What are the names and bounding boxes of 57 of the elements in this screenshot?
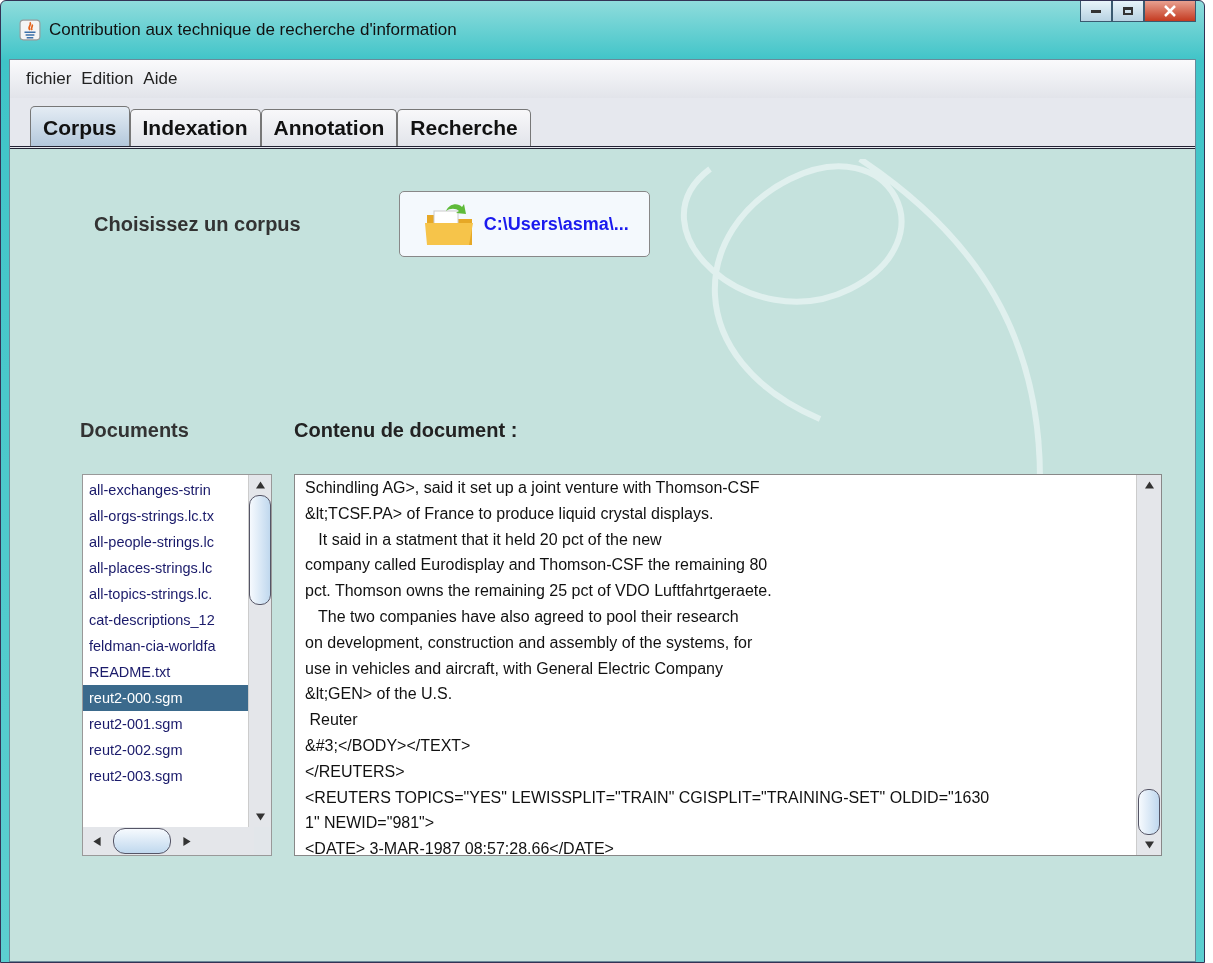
close-button[interactable] (1144, 1, 1196, 22)
menu-item[interactable]: Edition (81, 69, 134, 89)
menu-item[interactable]: Aide (143, 69, 178, 89)
text-line: &#3;</BODY></TEXT> (305, 735, 472, 756)
documents-heading: Documents (80, 419, 190, 443)
text-line: on development, construction and assembly of the systems, for (305, 632, 754, 653)
text-line: <REUTERS TOPICS="YES" LEWISSPLIT="TRAIN" CGISPLIT="TRAINING-SET" OLDID="1630 (305, 787, 991, 808)
document-item[interactable]: cat-descriptions_12 (83, 607, 248, 633)
menu-item[interactable]: fichier (26, 69, 72, 89)
scroll-left-icon[interactable] (93, 836, 101, 846)
document-item[interactable]: all-orgs-strings.lc.tx (83, 503, 248, 529)
text-line: </REUTERS> (305, 761, 406, 782)
document-item[interactable]: all-topics-strings.lc. (83, 581, 248, 607)
document-item[interactable]: README.txt (83, 659, 248, 685)
text-line: &lt;TCSF.PA> of France to produce liquid crystal displays. (305, 503, 715, 524)
text-line: <DATE> 3-MAR-1987 08:57:28.66</DATE> (305, 839, 615, 855)
scroll-right-icon[interactable] (183, 836, 191, 846)
text-line: 1" NEWID="981"> (305, 813, 436, 834)
corpus-label: Choisissez un corpus (94, 212, 301, 236)
text-line: Schindling AG>, said it set up a joint venture with Thomson-CSF (305, 478, 761, 498)
maximize-button[interactable] (1112, 1, 1144, 22)
document-item[interactable]: reut2-000.sgm (83, 685, 248, 711)
scroll-up-icon[interactable] (1144, 481, 1154, 489)
text-line: The two companies have also agreed to pool their research (317, 607, 740, 627)
window-title: Contribution aux technique de recherche d'information (49, 20, 457, 40)
document-item[interactable]: feldman-cia-worldfa (83, 633, 248, 659)
scroll-up-icon[interactable] (255, 481, 265, 489)
folder-icon (423, 201, 476, 247)
content-heading: Contenu de document : (294, 419, 519, 443)
scroll-down-icon[interactable] (255, 813, 265, 821)
document-item[interactable]: reut2-002.sgm (83, 737, 248, 763)
text-line: &lt;GEN> of the U.S. (305, 684, 454, 705)
scroll-thumb[interactable] (1138, 789, 1160, 835)
document-item[interactable]: reut2-001.sgm (83, 711, 248, 737)
document-item[interactable]: reut2-003.sgm (83, 763, 248, 789)
tab[interactable]: Annotation (260, 109, 398, 146)
corpus-folder-button[interactable]: C:\Users\asma\... (398, 191, 650, 257)
close-icon (1163, 5, 1177, 17)
document-item[interactable]: all-people-strings.lc (83, 529, 248, 555)
minimize-button[interactable] (1080, 1, 1112, 22)
text-line: pct. Thomson owns the remaining 25 pct of VDO Luftfahrtgeraete. (305, 581, 773, 602)
tab[interactable]: Recherche (397, 109, 531, 146)
text-line: use in vehicles and aircraft, with General Electric Company (305, 658, 724, 679)
vertical-scrollbar[interactable] (248, 475, 271, 827)
text-line: Reuter (308, 710, 359, 731)
scroll-thumb[interactable] (249, 495, 271, 605)
scroll-thumb[interactable] (113, 828, 171, 854)
document-item[interactable]: all-exchanges-strin (83, 477, 248, 503)
text-line: It said in a statment that it held 20 pct of the new (317, 529, 663, 550)
document-text-area[interactable] (294, 474, 1162, 856)
scroll-down-icon[interactable] (1144, 841, 1154, 849)
document-item[interactable]: all-places-strings.lc (83, 555, 248, 581)
java-icon (19, 19, 41, 41)
text-line: company called Eurodisplay and Thomson-CSF the remaining 80 (305, 555, 769, 576)
tab[interactable]: Indexation (129, 109, 261, 146)
vertical-scrollbar[interactable] (1136, 475, 1161, 855)
tab[interactable]: Corpus (30, 106, 130, 146)
